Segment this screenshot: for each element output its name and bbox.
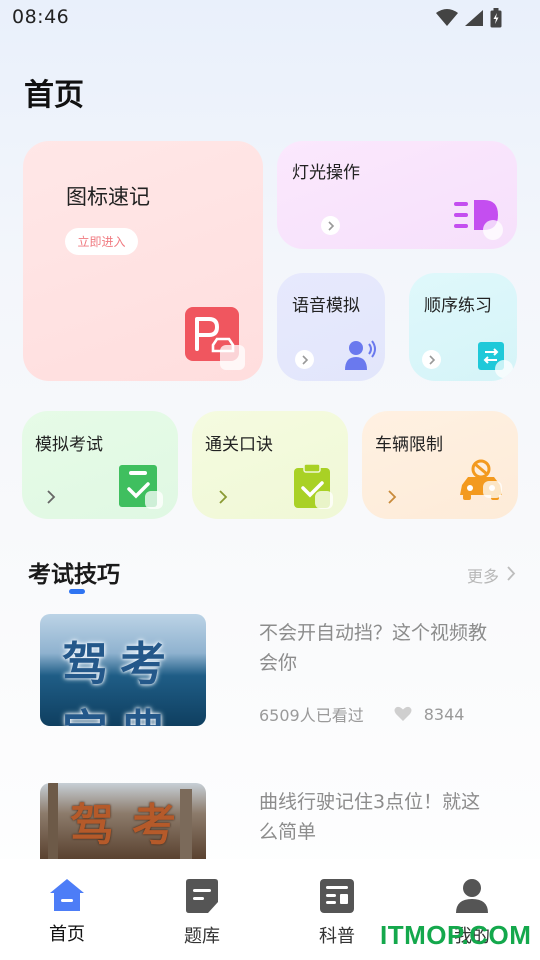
thumbnail-text: 驾 考 宝 典 [70, 800, 176, 851]
voice-simulation-card[interactable]: 语音模拟 [277, 273, 385, 381]
voice-person-icon [345, 340, 377, 374]
tab-science[interactable]: 科普 [302, 878, 372, 948]
article-thumbnail: 驾 考 宝 典 [40, 614, 206, 726]
like-count: 8344 [423, 704, 465, 724]
status-icons [436, 8, 502, 28]
tab-home-label: 首页 [49, 924, 85, 945]
tab-science-label: 科普 [319, 926, 355, 947]
chevron-right-icon [213, 487, 232, 506]
chevron-right-icon [507, 565, 516, 585]
more-label: 更多 [466, 567, 499, 586]
mock-exam-card[interactable]: 模拟考试 [22, 411, 178, 519]
profile-icon [455, 878, 489, 918]
wifi-icon [436, 9, 458, 27]
article-title: 不会开自动挡？这个视频教会你 [259, 622, 488, 674]
section-title: 考试技巧 [28, 562, 120, 588]
article-meta: 6509人已看过 8344 [259, 702, 464, 726]
section-indicator [69, 589, 85, 594]
light-operation-label: 灯光操作 [292, 163, 360, 183]
pass-tips-label: 通关口诀 [205, 435, 273, 455]
article-item[interactable]: 驾 考 宝 典 曲线行驶记住3点位！就这么简单 [40, 783, 510, 859]
sequence-practice-card[interactable]: 顺序练习 [409, 273, 517, 381]
mock-exam-label: 模拟考试 [35, 435, 103, 455]
chevron-right-icon [382, 487, 401, 506]
tab-question-bank[interactable]: 题库 [167, 878, 237, 948]
chevron-right-icon [295, 350, 314, 369]
chevron-right-icon [422, 350, 441, 369]
thumbnail-text: 驾 考 宝 典 [62, 637, 166, 726]
sequence-practice-label: 顺序练习 [424, 296, 492, 316]
icon-glass [483, 220, 503, 240]
voice-simulation-label: 语音模拟 [292, 296, 360, 316]
article-title: 曲线行驶记住3点位！就这么简单 [259, 791, 481, 843]
tab-question-bank-label: 题库 [184, 926, 220, 947]
signal-icon [464, 9, 484, 27]
icon-memory-label: 图标速记 [66, 185, 150, 209]
icon-glass [220, 345, 245, 370]
chevron-right-icon [41, 487, 60, 506]
home-icon [49, 878, 85, 916]
icon-memory-card[interactable]: 图标速记 立即进入 [23, 141, 263, 381]
page-title: 首页 [24, 78, 84, 113]
tab-home[interactable]: 首页 [32, 878, 102, 946]
icon-glass [145, 491, 163, 509]
factory-backdrop [48, 783, 58, 859]
pass-tips-card[interactable]: 通关口诀 [192, 411, 348, 519]
article-item[interactable]: 驾 考 宝 典 不会开自动挡？这个视频教会你 6509人已看过 8344 [40, 614, 510, 727]
question-bank-icon [184, 878, 220, 918]
icon-glass [483, 481, 502, 498]
icon-glass [315, 491, 333, 509]
light-operation-card[interactable]: 灯光操作 [277, 141, 517, 249]
chevron-right-icon [321, 216, 340, 235]
watermark-logo: ITMOP.COM [380, 920, 532, 950]
status-time: 08:46 [12, 6, 70, 28]
more-link[interactable]: 更多 [467, 563, 516, 587]
view-count: 6509人已看过 [259, 706, 364, 725]
vehicle-restriction-card[interactable]: 车辆限制 [362, 411, 518, 519]
enter-now-button[interactable]: 立即进入 [65, 228, 138, 255]
battery-icon [490, 8, 502, 28]
news-icon [319, 878, 355, 918]
icon-glass [495, 360, 513, 378]
article-thumbnail: 驾 考 宝 典 [40, 783, 206, 859]
heart-icon[interactable] [394, 706, 412, 722]
vehicle-restriction-label: 车辆限制 [375, 435, 443, 455]
status-bar: 08:46 [0, 0, 540, 36]
